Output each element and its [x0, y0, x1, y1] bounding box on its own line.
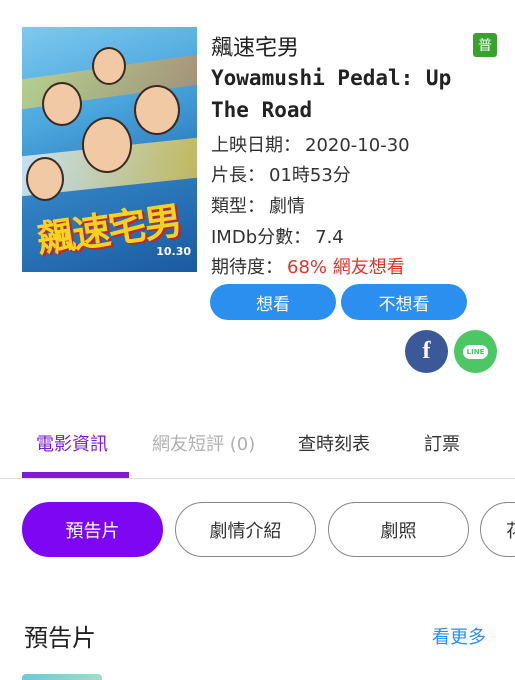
section-title-trailer: 預告片 — [24, 624, 96, 652]
not-want-to-watch-button[interactable]: 不想看 — [341, 284, 467, 320]
poster-character — [26, 157, 64, 201]
poster-character — [92, 47, 126, 85]
info-value: 7.4 — [315, 227, 344, 248]
see-more-link[interactable]: 看更多 — [432, 623, 486, 649]
info-value: 劇情 — [269, 196, 305, 217]
want-to-watch-button[interactable]: 想看 — [210, 284, 336, 320]
movie-tabs: 電影資訊 網友短評 (0) 查時刻表 訂票 — [0, 412, 515, 479]
chip-stills[interactable]: 劇照 — [328, 502, 469, 557]
tab-user-reviews[interactable]: 網友短評 (0) — [152, 430, 255, 456]
expectation-row: 期待度： 68% 網友想看 — [211, 253, 405, 279]
tab-movie-info[interactable]: 電影資訊 — [36, 430, 108, 456]
info-value: 2020-10-30 — [305, 135, 410, 156]
chip-more-label: 花 — [506, 517, 515, 543]
line-share-icon[interactable]: LINE — [454, 330, 497, 373]
genre-row: 類型： 劇情 — [211, 192, 305, 218]
chip-trailer[interactable]: 預告片 — [22, 502, 163, 557]
info-value: 68% 網友想看 — [287, 257, 405, 278]
poster-release-date: 10.30 — [156, 245, 191, 258]
movie-title-en: Yowamushi Pedal: Up The Road — [211, 66, 452, 122]
movie-title-zh: 飆速宅男 — [211, 36, 300, 61]
info-label: 期待度： — [211, 257, 283, 278]
poster-character — [134, 85, 180, 135]
info-label: 片長： — [211, 165, 265, 186]
movie-poster[interactable]: 飆速宅男 10.30 — [22, 27, 197, 272]
active-tab-indicator — [22, 472, 129, 478]
chip-synopsis[interactable]: 劇情介紹 — [175, 502, 316, 557]
release-date-row: 上映日期： 2020-10-30 — [211, 131, 410, 157]
tab-tickets[interactable]: 訂票 — [424, 430, 460, 456]
info-label: 類型： — [211, 196, 265, 217]
info-label: 上映日期： — [211, 135, 301, 156]
runtime-row: 片長： 01時53分 — [211, 161, 351, 187]
info-value: 01時53分 — [269, 165, 351, 186]
rating-badge: 普 — [473, 33, 497, 57]
tab-showtimes[interactable]: 查時刻表 — [298, 430, 370, 456]
line-icon-label: LINE — [462, 344, 489, 359]
info-label: IMDb分數： — [211, 227, 312, 248]
poster-character — [42, 82, 82, 126]
trailer-thumbnail[interactable] — [22, 674, 102, 680]
chip-more[interactable]: 花 — [480, 502, 515, 557]
poster-character — [82, 117, 132, 173]
imdb-score-row: IMDb分數： 7.4 — [211, 223, 344, 249]
facebook-share-icon[interactable]: f — [405, 330, 448, 373]
